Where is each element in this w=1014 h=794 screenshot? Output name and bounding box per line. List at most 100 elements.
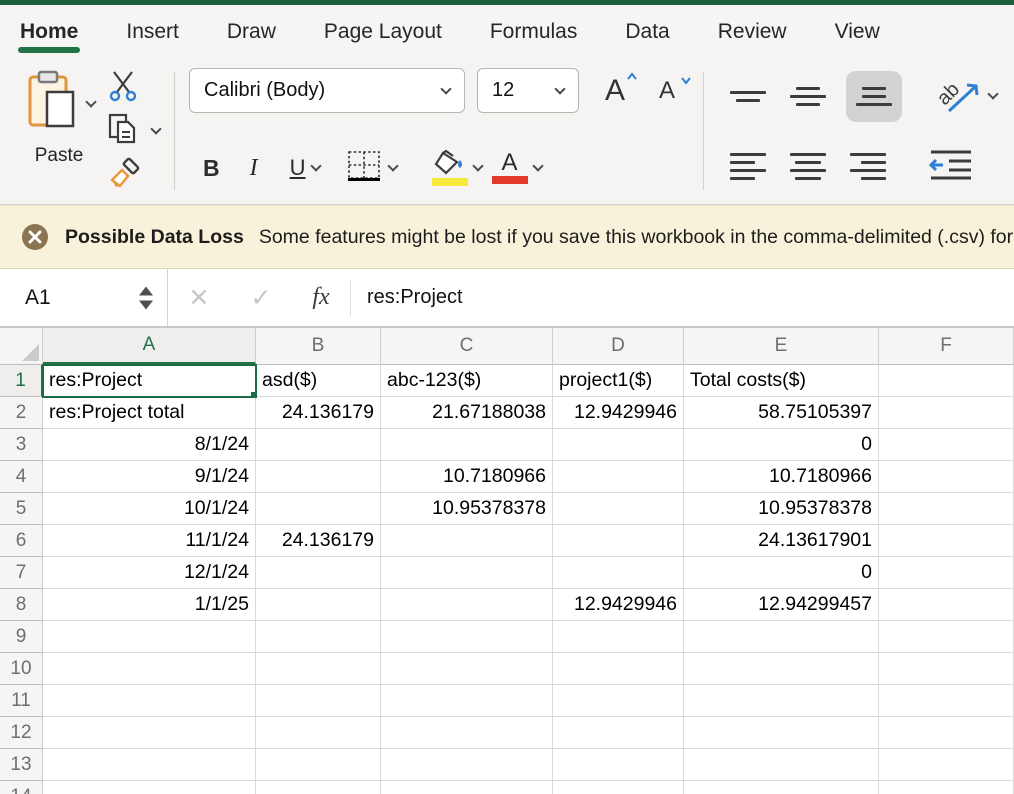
cell-F12[interactable]	[879, 717, 1014, 749]
cell-C6[interactable]	[381, 525, 553, 557]
cell-E5[interactable]: 10.95378378	[684, 493, 879, 525]
cell-E9[interactable]	[684, 621, 879, 653]
cell-E14[interactable]	[684, 781, 879, 794]
cell-A1[interactable]: res:Project	[43, 365, 256, 397]
formula-input[interactable]: res:Project	[351, 269, 463, 326]
cell-A8[interactable]: 1/1/25	[43, 589, 256, 621]
cell-F10[interactable]	[879, 653, 1014, 685]
cell-A7[interactable]: 12/1/24	[43, 557, 256, 589]
cell-B6[interactable]: 24.136179	[256, 525, 381, 557]
cell-E10[interactable]	[684, 653, 879, 685]
cell-D6[interactable]	[553, 525, 684, 557]
select-all-corner[interactable]	[0, 328, 43, 365]
borders-chevron-icon[interactable]	[387, 160, 398, 171]
font-name-select[interactable]: Calibri (Body)	[189, 68, 465, 113]
cell-C7[interactable]	[381, 557, 553, 589]
cell-F2[interactable]	[879, 397, 1014, 429]
cell-C14[interactable]	[381, 781, 553, 794]
cell-C3[interactable]	[381, 429, 553, 461]
cell-B12[interactable]	[256, 717, 381, 749]
row-header-1[interactable]: 1	[0, 365, 43, 397]
row-header-8[interactable]: 8	[0, 589, 43, 621]
cell-B4[interactable]	[256, 461, 381, 493]
cell-E2[interactable]: 58.75105397	[684, 397, 879, 429]
confirm-entry-button[interactable]: ✓	[230, 269, 292, 326]
tab-review[interactable]: Review	[718, 5, 787, 58]
cell-C12[interactable]	[381, 717, 553, 749]
fill-handle[interactable]	[250, 391, 256, 397]
spinner-up-icon[interactable]	[139, 286, 153, 295]
name-box[interactable]: A1	[0, 269, 168, 326]
row-header-5[interactable]: 5	[0, 493, 43, 525]
cell-A2[interactable]: res:Project total	[43, 397, 256, 429]
font-size-select[interactable]: 12	[477, 68, 579, 113]
name-box-spinner[interactable]	[139, 286, 153, 309]
cell-B5[interactable]	[256, 493, 381, 525]
row-header-14[interactable]: 14	[0, 781, 43, 794]
fill-color-button[interactable]	[432, 150, 468, 186]
cell-B13[interactable]	[256, 749, 381, 781]
column-header-f[interactable]: F	[879, 328, 1014, 365]
cell-A4[interactable]: 9/1/24	[43, 461, 256, 493]
column-header-a[interactable]: A	[43, 328, 256, 365]
row-header-3[interactable]: 3	[0, 429, 43, 461]
align-bottom-button-selected[interactable]	[846, 71, 902, 122]
column-header-c[interactable]: C	[381, 328, 553, 365]
cancel-entry-button[interactable]: ✕	[168, 269, 230, 326]
copy-button[interactable]	[108, 113, 160, 149]
bold-button[interactable]: B	[189, 155, 234, 182]
paste-button[interactable]: Paste	[16, 68, 102, 194]
cell-F4[interactable]	[879, 461, 1014, 493]
cell-E13[interactable]	[684, 749, 879, 781]
cell-E6[interactable]: 24.13617901	[684, 525, 879, 557]
cell-D5[interactable]	[553, 493, 684, 525]
cell-E8[interactable]: 12.94299457	[684, 589, 879, 621]
cell-B11[interactable]	[256, 685, 381, 717]
cell-F3[interactable]	[879, 429, 1014, 461]
cell-D12[interactable]	[553, 717, 684, 749]
cell-F8[interactable]	[879, 589, 1014, 621]
cell-A10[interactable]	[43, 653, 256, 685]
cell-E11[interactable]	[684, 685, 879, 717]
row-header-12[interactable]: 12	[0, 717, 43, 749]
row-header-2[interactable]: 2	[0, 397, 43, 429]
cell-A13[interactable]	[43, 749, 256, 781]
cell-D13[interactable]	[553, 749, 684, 781]
cell-F13[interactable]	[879, 749, 1014, 781]
cell-F14[interactable]	[879, 781, 1014, 794]
cell-C2[interactable]: 21.67188038	[381, 397, 553, 429]
cell-A5[interactable]: 10/1/24	[43, 493, 256, 525]
row-header-4[interactable]: 4	[0, 461, 43, 493]
align-top-button[interactable]	[730, 87, 766, 106]
cell-D8[interactable]: 12.9429946	[553, 589, 684, 621]
cell-E7[interactable]: 0	[684, 557, 879, 589]
cell-B1[interactable]: asd($)	[256, 365, 381, 397]
cell-D2[interactable]: 12.9429946	[553, 397, 684, 429]
orientation-chevron-icon[interactable]	[987, 88, 998, 99]
cell-C10[interactable]	[381, 653, 553, 685]
underline-chevron-icon[interactable]	[310, 160, 321, 171]
decrease-indent-button[interactable]	[929, 148, 973, 185]
cell-D9[interactable]	[553, 621, 684, 653]
cell-E12[interactable]	[684, 717, 879, 749]
cell-F9[interactable]	[879, 621, 1014, 653]
row-header-10[interactable]: 10	[0, 653, 43, 685]
align-right-button[interactable]	[850, 149, 886, 184]
tab-draw[interactable]: Draw	[227, 5, 276, 58]
tab-formulas[interactable]: Formulas	[490, 5, 578, 58]
cell-D3[interactable]	[553, 429, 684, 461]
cell-F11[interactable]	[879, 685, 1014, 717]
row-header-6[interactable]: 6	[0, 525, 43, 557]
cell-F6[interactable]	[879, 525, 1014, 557]
fill-color-chevron-icon[interactable]	[472, 160, 483, 171]
row-header-7[interactable]: 7	[0, 557, 43, 589]
column-header-b[interactable]: B	[256, 328, 381, 365]
cell-D14[interactable]	[553, 781, 684, 794]
cut-button[interactable]	[108, 70, 160, 106]
text-orientation-button[interactable]: ab	[939, 71, 983, 122]
cell-A6[interactable]: 11/1/24	[43, 525, 256, 557]
cell-C1[interactable]: abc-123($)	[381, 365, 553, 397]
cell-B9[interactable]	[256, 621, 381, 653]
row-header-9[interactable]: 9	[0, 621, 43, 653]
cell-C13[interactable]	[381, 749, 553, 781]
